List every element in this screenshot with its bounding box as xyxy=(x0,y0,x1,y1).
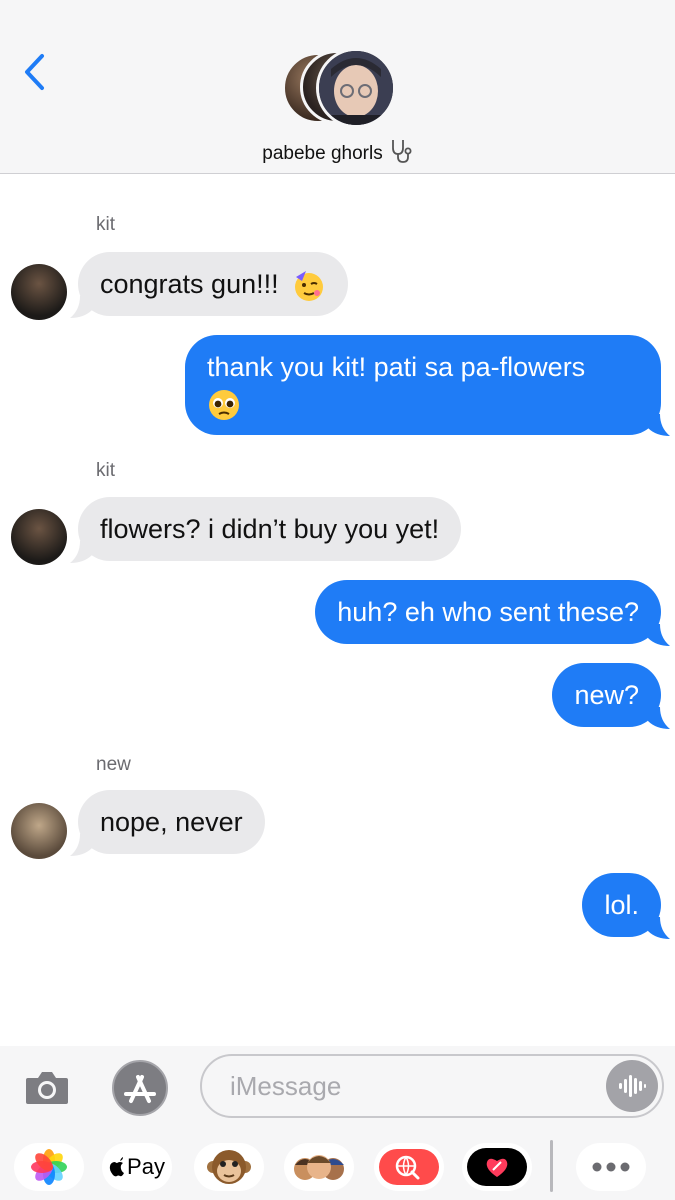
message-text: huh? eh who sent these? xyxy=(337,597,639,627)
message-text: nope, never xyxy=(100,807,243,837)
digital-touch-button[interactable] xyxy=(462,1143,532,1191)
waveform-icon xyxy=(619,1075,646,1097)
apple-pay-label: Pay xyxy=(127,1154,165,1179)
more-dots-icon xyxy=(592,1162,630,1172)
kit-avatar[interactable] xyxy=(11,264,67,320)
globe-search-icon xyxy=(379,1149,439,1185)
bubble-tail xyxy=(648,917,670,939)
pleading-face-emoji xyxy=(207,388,241,422)
bubble-tail xyxy=(648,414,670,436)
conversation-header: pabebe ghorls xyxy=(0,0,675,174)
back-button[interactable] xyxy=(16,50,52,94)
kit-avatar[interactable] xyxy=(11,509,67,565)
animoji-button[interactable] xyxy=(194,1143,264,1191)
message-input[interactable] xyxy=(228,1066,588,1106)
outgoing-message-bubble[interactable]: new? xyxy=(552,663,661,727)
message-text: lol. xyxy=(604,890,639,920)
apple-logo-icon xyxy=(109,1157,125,1177)
outgoing-message-bubble[interactable]: huh? eh who sent these? xyxy=(315,580,661,644)
stethoscope-icon xyxy=(389,138,413,170)
monkey-animoji-icon xyxy=(207,1150,251,1184)
group-avatar-stack[interactable] xyxy=(282,48,396,128)
photos-icon xyxy=(31,1149,67,1185)
tray-separator xyxy=(550,1140,553,1192)
audio-record-button[interactable] xyxy=(606,1060,658,1112)
bubble-tail xyxy=(648,624,670,646)
camera-button[interactable] xyxy=(20,1060,74,1114)
outgoing-message-bubble[interactable]: thank you kit! pati sa pa-flowers xyxy=(185,335,661,435)
camera-icon xyxy=(26,1072,68,1104)
apple-pay-button[interactable]: Pay xyxy=(102,1143,172,1191)
incoming-message-bubble[interactable]: flowers? i didn’t buy you yet! xyxy=(78,497,462,561)
incoming-message-bubble[interactable]: nope, never xyxy=(78,790,265,854)
incoming-message-bubble[interactable]: congrats gun!!! xyxy=(78,252,349,316)
new-avatar[interactable] xyxy=(11,803,67,859)
heart-touch-icon xyxy=(467,1148,527,1186)
sender-name: new xyxy=(96,754,131,775)
group-name[interactable]: pabebe ghorls xyxy=(0,138,675,170)
sender-name: kit xyxy=(96,460,115,481)
message-text: congrats gun!!! xyxy=(100,269,279,299)
sender-name: kit xyxy=(96,214,115,235)
memoji-stickers-button[interactable] xyxy=(284,1143,354,1191)
memoji-icon xyxy=(294,1155,344,1180)
message-text: thank you kit! pati sa pa-flowers xyxy=(207,352,586,382)
group-name-label: pabebe ghorls xyxy=(262,143,383,165)
message-input-field[interactable] xyxy=(200,1054,664,1118)
photos-app-button[interactable] xyxy=(14,1143,84,1191)
partying-face-emoji xyxy=(292,269,326,303)
bubble-tail xyxy=(648,707,670,729)
group-member-avatar xyxy=(316,48,396,128)
chevron-left-icon xyxy=(25,54,44,90)
message-text: new? xyxy=(574,680,639,710)
app-store-icon xyxy=(112,1060,168,1116)
more-apps-button[interactable] xyxy=(576,1143,646,1191)
message-text: flowers? i didn’t buy you yet! xyxy=(100,514,440,544)
web-search-images-button[interactable] xyxy=(374,1143,444,1191)
app-store-button[interactable] xyxy=(110,1058,170,1118)
